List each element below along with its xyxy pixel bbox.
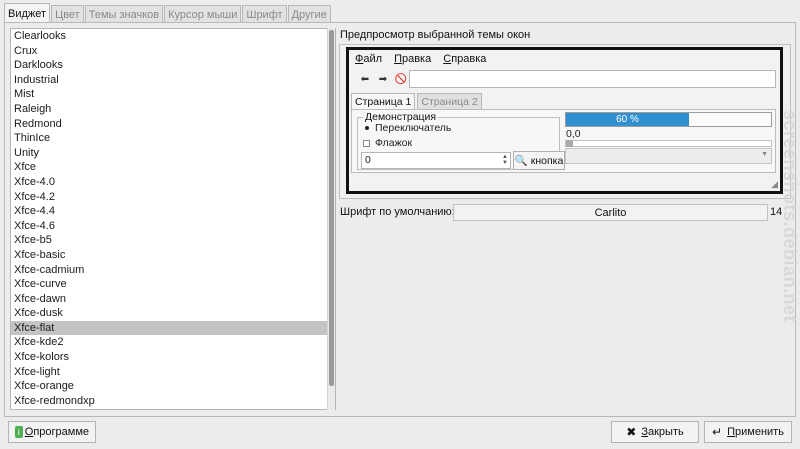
- about-mnemonic: О: [24, 426, 34, 438]
- about-button[interactable]: i О программе: [8, 421, 96, 443]
- tab-color[interactable]: Цвет: [51, 5, 84, 23]
- list-item[interactable]: Xfce-kde2: [11, 335, 335, 350]
- radio-icon: [362, 124, 371, 133]
- preview-label: Предпросмотр выбранной темы окон: [340, 29, 531, 41]
- list-item[interactable]: Crux: [11, 44, 335, 59]
- preview-toolbar: ⬅ ➡ 🚫: [349, 68, 780, 90]
- demo-frame: Демонстрация Переключатель Флажок 0 ▲ ▼ 🔍…: [357, 111, 565, 170]
- preview-window-border: Файл Правка Справка ⬅ ➡ 🚫 Страница 1 Стр…: [346, 47, 783, 194]
- forward-arrow-icon[interactable]: ➡: [375, 71, 391, 87]
- demo-checkbox[interactable]: Флажок: [362, 137, 412, 149]
- scrollbar-thumb[interactable]: [329, 30, 334, 386]
- list-item[interactable]: Xfce-kolors: [11, 350, 335, 365]
- menu-edit[interactable]: Правка: [388, 53, 437, 65]
- font-chooser-button[interactable]: Carlito: [453, 204, 768, 221]
- preview-tab-page: Демонстрация Переключатель Флажок 0 ▲ ▼ 🔍…: [351, 109, 776, 173]
- list-item[interactable]: Xfce-4.6: [11, 219, 335, 234]
- close-icon: ✖: [626, 425, 637, 439]
- checkbox-label: Флажок: [375, 137, 413, 149]
- preview-tab-page1[interactable]: Страница 1: [351, 93, 416, 110]
- list-item[interactable]: Darklooks: [11, 58, 335, 73]
- checkbox-icon: [362, 139, 371, 148]
- preview-tab-page2[interactable]: Страница 2: [417, 93, 482, 109]
- about-label: программе: [33, 426, 89, 438]
- list-item[interactable]: Unity: [11, 146, 335, 161]
- demo-scale[interactable]: [565, 140, 772, 147]
- default-font-label: Шрифт по умолчанию:: [340, 206, 455, 218]
- spin-arrows-icon[interactable]: ▲ ▼: [502, 154, 508, 166]
- preview-entry[interactable]: [409, 70, 776, 88]
- close-mnemonic: З: [641, 426, 648, 438]
- list-item[interactable]: Industrial: [11, 73, 335, 88]
- list-item[interactable]: Xfce-basic: [11, 248, 335, 263]
- progress-fill: 60 %: [566, 113, 689, 126]
- close-button[interactable]: ✖ Закрыть: [611, 421, 699, 443]
- preview-window: Файл Правка Справка ⬅ ➡ 🚫 Страница 1 Стр…: [349, 50, 780, 191]
- demo-progressbar: 60 %: [565, 112, 772, 127]
- font-name: Carlito: [594, 206, 627, 219]
- scale-knob[interactable]: [566, 140, 573, 147]
- watermark: screenshots.debian.net: [780, 110, 800, 323]
- apply-mnemonic: П: [727, 426, 736, 438]
- enter-icon: ↵: [712, 425, 723, 439]
- demo-button-label: кнопка: [530, 154, 564, 167]
- list-item[interactable]: Raleigh: [11, 102, 335, 117]
- list-item[interactable]: Xfce-b5: [11, 233, 335, 248]
- list-item[interactable]: Xfce-orange: [11, 379, 335, 394]
- demo-radio[interactable]: Переключатель: [362, 122, 451, 134]
- spin-value: 0: [365, 154, 371, 166]
- tab-font[interactable]: Шрифт: [242, 5, 287, 23]
- tab-mouse-cursor[interactable]: Курсор мыши: [164, 5, 242, 23]
- apply-label: рименить: [735, 426, 784, 438]
- demo-combobox[interactable]: ▼: [565, 148, 772, 164]
- tab-bar: Виджет Цвет Темы значков Курсор мыши Шри…: [4, 3, 332, 23]
- search-icon: 🔍: [514, 155, 528, 167]
- back-arrow-icon[interactable]: ⬅: [357, 71, 373, 87]
- list-item[interactable]: Xfce-dusk: [11, 306, 335, 321]
- menu-file[interactable]: Файл: [349, 53, 388, 65]
- list-item[interactable]: Xfce: [11, 160, 335, 175]
- list-item[interactable]: ThinIce: [11, 131, 335, 146]
- list-item[interactable]: Xfce-4.4: [11, 204, 335, 219]
- list-item[interactable]: Mist: [11, 87, 335, 102]
- radio-label: Переключатель: [375, 122, 452, 134]
- info-icon: i: [15, 426, 23, 438]
- preview-tabs: Страница 1 Страница 2: [351, 93, 484, 110]
- theme-list-scrollbar[interactable]: [327, 28, 335, 410]
- scale-value: 0,0: [566, 128, 581, 140]
- progress-text: 60 %: [616, 114, 639, 125]
- close-label: акрыть: [647, 426, 684, 438]
- tab-widget[interactable]: Виджет: [4, 3, 51, 23]
- theme-list[interactable]: Clearlooks Crux Darklooks Industrial Mis…: [10, 28, 336, 410]
- list-item[interactable]: Xfce-light: [11, 365, 335, 380]
- list-item[interactable]: Xfce-curve: [11, 277, 335, 292]
- list-item[interactable]: Xfce-4.2: [11, 190, 335, 205]
- demo-spinbutton[interactable]: 0 ▲ ▼: [361, 152, 511, 169]
- list-item-selected[interactable]: Xfce-flat: [11, 320, 335, 336]
- list-item[interactable]: Redmond: [11, 117, 335, 132]
- list-item[interactable]: Xfce-redmondxp: [11, 394, 335, 409]
- list-item[interactable]: Xfce-dawn: [11, 292, 335, 307]
- list-item[interactable]: Xfce-4.0: [11, 175, 335, 190]
- demo-button[interactable]: 🔍 кнопка: [513, 151, 565, 170]
- tab-other[interactable]: Другие: [287, 5, 331, 23]
- tab-icon-themes[interactable]: Темы значков: [84, 5, 164, 23]
- stop-icon[interactable]: 🚫: [393, 71, 409, 87]
- menu-help[interactable]: Справка: [437, 53, 492, 65]
- list-item[interactable]: Clearlooks: [11, 29, 335, 44]
- list-item[interactable]: Xfce-cadmium: [11, 263, 335, 278]
- apply-button[interactable]: ↵ Применить: [704, 421, 792, 443]
- preview-menubar: Файл Правка Справка: [349, 50, 492, 67]
